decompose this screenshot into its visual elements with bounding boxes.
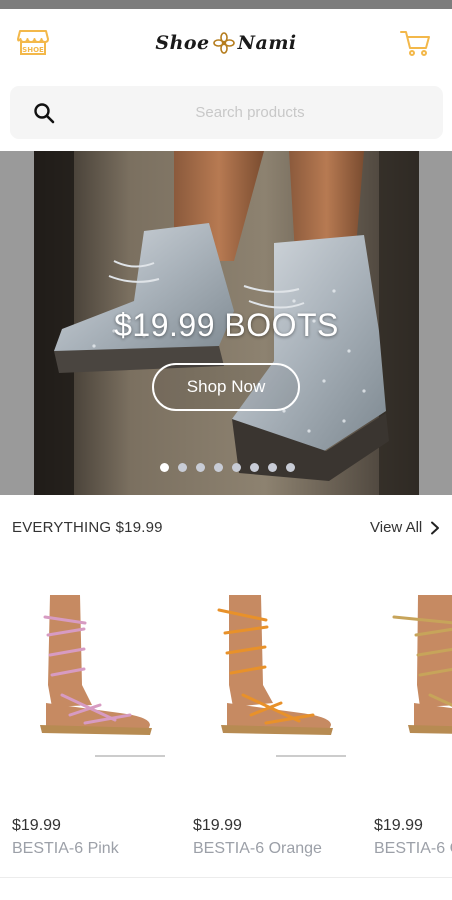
product-name: BESTIA-6 Orange xyxy=(193,840,322,857)
carousel-dot[interactable] xyxy=(232,463,241,472)
status-bar xyxy=(0,0,452,9)
shopping-cart-icon xyxy=(400,31,430,56)
app-header: SHOE Shoe Nami xyxy=(0,9,452,81)
product-image xyxy=(181,575,353,775)
carousel-dot[interactable] xyxy=(268,463,277,472)
section-title: EVERYTHING $19.99 xyxy=(12,519,163,536)
svg-text:SHOE: SHOE xyxy=(22,46,44,54)
carousel-dot[interactable] xyxy=(178,463,187,472)
flower-logo-icon xyxy=(212,32,235,54)
search-input[interactable] xyxy=(70,86,430,139)
view-all-label: View All xyxy=(370,519,423,536)
product-card[interactable]: $19.99 BESTIA-6 G xyxy=(362,575,452,870)
store-button[interactable]: SHOE xyxy=(16,27,50,57)
storefront-icon: SHOE xyxy=(17,30,49,55)
logo-text-left: Shoe xyxy=(155,32,210,54)
product-card[interactable]: $19.99 BESTIA-6 Pink xyxy=(0,575,172,870)
product-price: $19.99 xyxy=(193,817,242,834)
search-bar[interactable] xyxy=(10,86,443,139)
carousel-dot[interactable] xyxy=(214,463,223,472)
product-card[interactable]: $19.99 BESTIA-6 Orange xyxy=(181,575,353,870)
carousel-dot[interactable] xyxy=(286,463,295,472)
logo-text-right: Nami xyxy=(237,32,297,54)
hero-banner[interactable]: $19.99 BOOTS Shop Now xyxy=(0,151,452,495)
section-header: EVERYTHING $19.99 View All xyxy=(0,510,452,546)
carousel-dot[interactable] xyxy=(250,463,259,472)
product-image xyxy=(362,575,452,775)
carousel-indicator xyxy=(160,463,295,473)
view-all-link[interactable]: View All xyxy=(370,519,440,536)
carousel-dot[interactable] xyxy=(196,463,205,472)
product-price: $19.99 xyxy=(12,817,61,834)
carousel-dot[interactable] xyxy=(160,463,169,472)
shop-now-button[interactable]: Shop Now xyxy=(152,363,300,411)
hero-title: $19.99 BOOTS xyxy=(114,307,339,343)
brand-logo[interactable]: Shoe Nami xyxy=(150,29,302,57)
search-icon xyxy=(34,103,55,124)
product-name: BESTIA-6 G xyxy=(374,840,452,857)
product-image xyxy=(0,575,172,775)
divider xyxy=(0,877,452,878)
product-price: $19.99 xyxy=(374,817,423,834)
cart-button[interactable] xyxy=(398,28,432,58)
product-name: BESTIA-6 Pink xyxy=(12,840,119,857)
product-carousel[interactable]: $19.99 BESTIA-6 Pink $19.99 BESTIA-6 Ora… xyxy=(0,575,452,870)
chevron-right-icon xyxy=(431,521,440,534)
